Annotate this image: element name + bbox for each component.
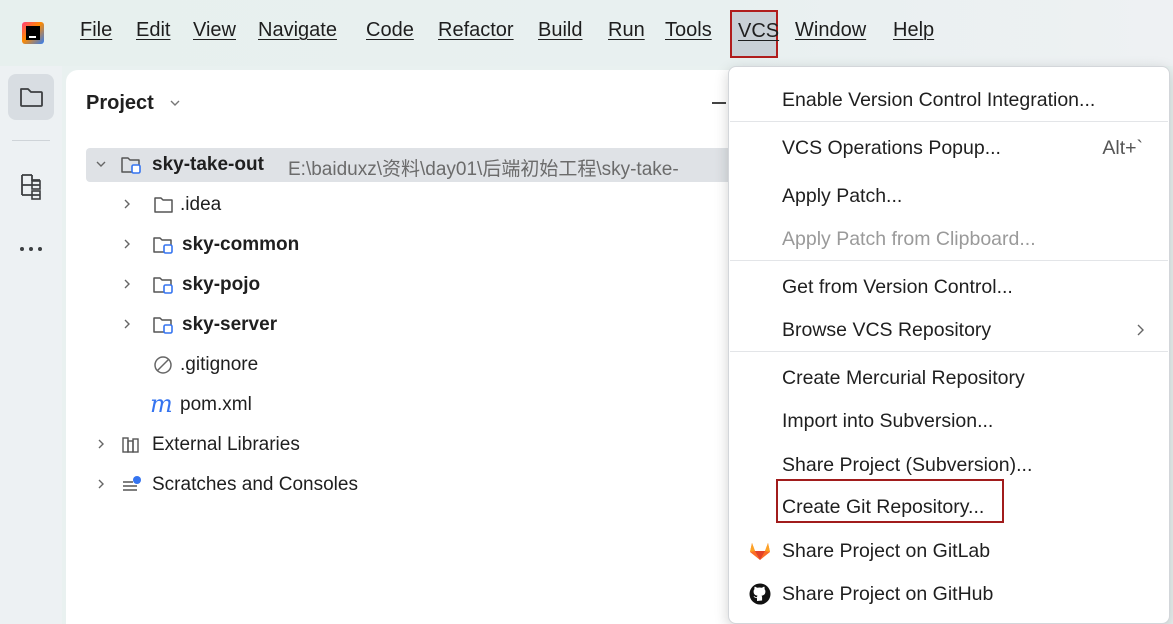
tree-label: sky-pojo — [182, 274, 261, 295]
more-dots-icon — [20, 247, 42, 251]
module-folder-icon — [121, 157, 141, 174]
menu-item-label: Enable Version Control Integration... — [782, 89, 1096, 111]
menu-item-label: Get from Version Control... — [782, 276, 1013, 298]
vcs-dropdown-menu: Enable Version Control Integration... VC… — [728, 66, 1170, 624]
tree-row[interactable]: m pom.xml — [86, 388, 746, 422]
module-folder-icon — [153, 237, 173, 254]
menu-item-apply-patch[interactable]: Apply Patch... — [729, 175, 1169, 215]
tree-row[interactable]: External Libraries — [86, 428, 746, 462]
menu-item-share-github[interactable]: Share Project on GitHub — [729, 573, 1169, 613]
tree-path: E:\baiduxz\资料\day01\后端初始工程\sky-take- — [288, 159, 679, 180]
tree-row[interactable]: sky-server — [86, 308, 746, 342]
tree-row[interactable]: sky-pojo — [86, 268, 746, 302]
more-tools-button[interactable] — [8, 226, 54, 272]
chevron-right-icon[interactable] — [120, 237, 134, 251]
menu-item-import-subversion[interactable]: Import into Subversion... — [729, 400, 1169, 440]
tree-row[interactable]: .idea — [86, 188, 746, 222]
menu-item-label: Apply Patch... — [782, 185, 903, 207]
menu-file[interactable]: File — [80, 19, 112, 42]
menu-item-label: Share Project (Subversion)... — [782, 454, 1033, 476]
tree-label: pom.xml — [180, 394, 252, 415]
menu-separator — [730, 351, 1168, 352]
menu-window[interactable]: Window — [795, 19, 866, 42]
menu-vcs-label: VCS — [738, 20, 780, 42]
chevron-right-icon[interactable] — [120, 277, 134, 291]
library-icon — [122, 437, 139, 453]
maven-icon: m — [150, 390, 173, 418]
folder-icon — [20, 88, 43, 107]
structure-tool-button[interactable] — [8, 162, 54, 208]
chevron-right-icon[interactable] — [94, 477, 108, 491]
main-menubar: File Edit View Navigate Code Refactor Bu… — [0, 0, 1173, 66]
project-panel: Project sky-take-out E:\baiduxz\资料\day01… — [66, 70, 746, 624]
toolstrip-divider — [12, 140, 50, 141]
menu-separator — [730, 260, 1168, 261]
menu-navigate[interactable]: Navigate — [258, 19, 337, 42]
tree-label: sky-common — [182, 234, 300, 255]
menu-vcs[interactable]: VCS — [730, 10, 780, 58]
highlight-box — [776, 479, 1004, 523]
tool-window-strip — [0, 66, 62, 624]
menu-item-share-gitlab[interactable]: Share Project on GitLab — [729, 530, 1169, 570]
module-folder-icon — [153, 317, 173, 334]
tree-label: Scratches and Consoles — [152, 474, 358, 495]
menu-run[interactable]: Run — [608, 19, 645, 42]
menu-item-label: Share Project on GitHub — [782, 583, 994, 605]
chevron-down-icon[interactable] — [168, 96, 182, 110]
menu-item-label: Import into Subversion... — [782, 410, 994, 432]
menu-build[interactable]: Build — [538, 19, 582, 42]
tree-row[interactable]: Scratches and Consoles — [86, 468, 746, 502]
github-icon — [749, 583, 771, 605]
scratches-icon — [123, 476, 141, 491]
menu-item-vcs-operations[interactable]: VCS Operations Popup... Alt+` — [729, 127, 1169, 167]
tree-row[interactable]: sky-common — [86, 228, 746, 262]
shortcut-label: Alt+` — [1102, 137, 1143, 159]
project-tool-button[interactable] — [8, 74, 54, 120]
menu-item-browse-vcs[interactable]: Browse VCS Repository — [729, 309, 1169, 349]
chevron-right-icon[interactable] — [120, 197, 134, 211]
tree-label: sky-take-out — [152, 154, 264, 175]
menu-view[interactable]: View — [193, 19, 236, 42]
tree-label: .gitignore — [180, 354, 259, 375]
menu-item-enable-vcs[interactable]: Enable Version Control Integration... — [729, 79, 1169, 119]
panel-title[interactable]: Project — [86, 92, 154, 115]
chevron-right-icon[interactable] — [94, 437, 108, 451]
chevron-down-icon[interactable] — [94, 157, 108, 171]
menu-item-create-mercurial[interactable]: Create Mercurial Repository — [729, 357, 1169, 397]
menu-item-label: Apply Patch from Clipboard... — [782, 228, 1036, 250]
menu-help[interactable]: Help — [893, 19, 934, 42]
tree-row-root[interactable]: sky-take-out E:\baiduxz\资料\day01\后端初始工程\… — [86, 148, 746, 182]
menu-item-label: Share Project on GitLab — [782, 540, 991, 562]
menu-item-share-subversion[interactable]: Share Project (Subversion)... — [729, 444, 1169, 484]
menu-item-apply-patch-clipboard: Apply Patch from Clipboard... — [729, 218, 1169, 258]
menu-tools[interactable]: Tools — [665, 19, 712, 42]
module-folder-icon — [153, 277, 173, 294]
gitlab-icon — [750, 543, 770, 560]
chevron-right-icon — [1137, 324, 1144, 336]
tree-label: External Libraries — [152, 434, 300, 455]
folder-icon — [154, 197, 173, 213]
ignored-file-icon — [154, 356, 172, 374]
menu-item-get-from-vcs[interactable]: Get from Version Control... — [729, 266, 1169, 306]
menu-item-label: VCS Operations Popup... — [782, 137, 1001, 159]
menu-separator — [730, 121, 1168, 122]
menu-edit[interactable]: Edit — [136, 19, 170, 42]
menu-item-label: Create Mercurial Repository — [782, 367, 1025, 389]
intellij-logo-icon[interactable] — [22, 22, 44, 44]
structure-icon — [21, 174, 41, 200]
panel-action-icon[interactable] — [712, 102, 726, 104]
tree-row[interactable]: .gitignore — [86, 348, 746, 382]
tree-label: sky-server — [182, 314, 278, 335]
menu-item-label: Browse VCS Repository — [782, 319, 992, 341]
chevron-right-icon[interactable] — [120, 317, 134, 331]
tree-label: .idea — [180, 194, 222, 215]
menu-code[interactable]: Code — [366, 19, 414, 42]
menu-refactor[interactable]: Refactor — [438, 19, 514, 42]
